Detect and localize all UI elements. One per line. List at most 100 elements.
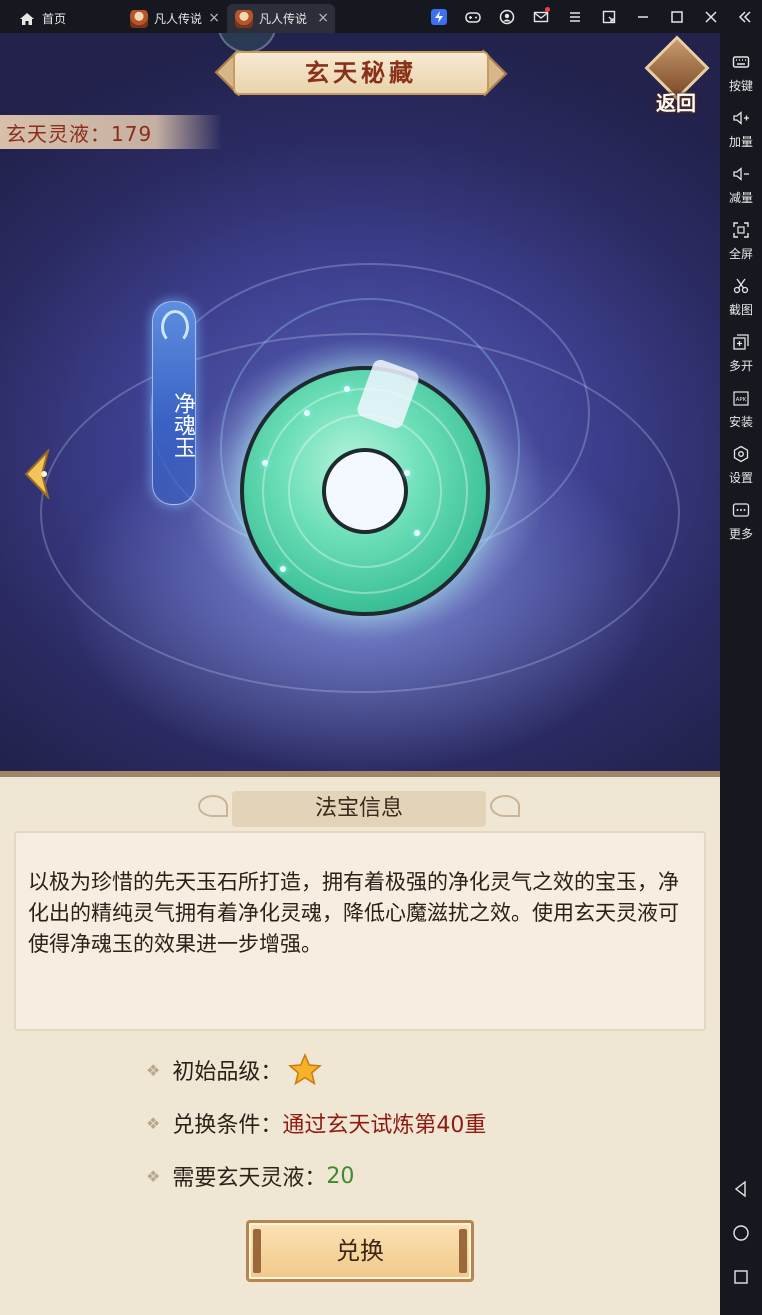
back-button[interactable]: 返回 xyxy=(642,35,710,115)
condition-value: 通过玄天试炼第40重 xyxy=(282,1113,487,1138)
maximize-icon xyxy=(671,10,683,23)
treasure-scene: 玄天秘藏 返回 玄天灵液：179 净魂玉 xyxy=(0,33,720,778)
tab-game-1[interactable]: 凡人传说 × xyxy=(122,4,226,33)
back-button-label: 返回 xyxy=(656,91,696,115)
close-icon[interactable]: × xyxy=(208,10,220,26)
more-icon xyxy=(732,503,750,517)
window-restore-icon xyxy=(602,10,616,23)
game-app-icon xyxy=(130,9,148,28)
exchange-button-label: 兑换 xyxy=(336,1237,384,1265)
close-icon xyxy=(705,10,717,23)
fullscreen-icon xyxy=(733,222,749,238)
sidebar-item-keymap[interactable]: 按键 xyxy=(720,39,762,95)
attribute-condition: ❖ 兑换条件： 通过玄天试炼第40重 xyxy=(146,1103,486,1143)
gamepad-icon xyxy=(465,11,481,23)
cloud-ornament-icon xyxy=(161,310,189,344)
sparkle xyxy=(414,530,420,536)
minimize-button[interactable] xyxy=(626,0,660,33)
notification-dot xyxy=(545,7,550,12)
tab-game-2-active[interactable]: 凡人传说 × xyxy=(227,4,335,33)
description-box: 以极为珍惜的先天玉石所打造，拥有着极强的净化灵气之效的宝玉，净化出的精纯灵气拥有… xyxy=(14,831,706,1031)
tab-game-1-label: 凡人传说 xyxy=(154,12,203,26)
page-title-banner: 玄天秘藏 xyxy=(214,47,508,99)
item-name-plaque: 净魂玉 xyxy=(152,301,196,505)
square-recents-icon xyxy=(734,1270,748,1284)
tab-home-label: 首页 xyxy=(42,12,67,26)
info-title-text: 法宝信息 xyxy=(314,796,403,821)
close-icon[interactable]: × xyxy=(317,10,329,26)
sparkle xyxy=(344,386,350,392)
menu-icon xyxy=(570,11,580,22)
close-window-button[interactable] xyxy=(694,0,728,33)
sidebar-item-label: 截图 xyxy=(728,303,753,317)
sidebar-item-more[interactable]: 更多 xyxy=(720,487,762,543)
star-icon xyxy=(288,1053,323,1086)
cloud-ornament-icon xyxy=(198,795,228,817)
apk-install-icon: APK xyxy=(733,391,749,406)
exchange-button[interactable]: 兑换 xyxy=(246,1220,474,1282)
sidebar-item-install-apk[interactable]: APK 安装 xyxy=(720,375,762,431)
diamond-bullet-icon: ❖ xyxy=(146,1166,161,1186)
maximize-button[interactable] xyxy=(660,0,694,33)
double-chevron-left-icon xyxy=(738,10,751,23)
collapse-sidebar-button[interactable] xyxy=(728,0,762,33)
account-button[interactable] xyxy=(490,0,524,33)
svg-text:APK: APK xyxy=(736,397,747,403)
sidebar-item-label: 更多 xyxy=(728,527,753,541)
menu-button[interactable] xyxy=(558,0,592,33)
treasure-info-panel: 法宝信息 以极为珍惜的先天玉石所打造，拥有着极强的净化灵气之效的宝玉，净化出的精… xyxy=(0,771,720,1315)
sidebar-item-multi-instance[interactable]: 多开 xyxy=(720,319,762,375)
sidebar-item-label: 按键 xyxy=(728,79,753,93)
attribute-cost: ❖ 需要玄天灵液： 20 xyxy=(146,1156,354,1196)
sparkle xyxy=(262,460,268,466)
android-home-button[interactable] xyxy=(720,1213,762,1253)
emulator-title-bar: 首页 凡人传说 × 凡人传说 × xyxy=(0,0,762,33)
keyboard-icon xyxy=(732,56,750,68)
sidebar-item-screenshot[interactable]: 截图 xyxy=(720,263,762,319)
volume-down-icon xyxy=(733,167,749,181)
mail-button[interactable] xyxy=(524,0,558,33)
grade-label: 初始品级： xyxy=(172,1060,283,1085)
sidebar-item-label: 设置 xyxy=(728,471,753,485)
sidebar-item-label: 加量 xyxy=(728,135,753,149)
restore-window-button[interactable] xyxy=(592,0,626,33)
boost-button[interactable] xyxy=(422,0,456,33)
triangle-back-icon xyxy=(734,1180,746,1198)
gear-icon xyxy=(733,445,749,463)
cost-label: 需要玄天灵液： xyxy=(172,1166,327,1191)
sidebar-item-label: 全屏 xyxy=(728,247,753,261)
cloud-ornament-icon xyxy=(490,795,520,817)
currency-text: 玄天灵液：179 xyxy=(6,122,153,146)
sidebar-item-volume-down[interactable]: 减量 xyxy=(720,151,762,207)
page-title: 玄天秘藏 xyxy=(305,59,417,87)
item-description: 以极为珍惜的先天玉石所打造，拥有着极强的净化灵气之效的宝玉，净化出的精纯灵气拥有… xyxy=(28,870,679,956)
jade-artifact[interactable] xyxy=(240,357,490,616)
scissors-icon xyxy=(733,278,749,294)
sparkle xyxy=(404,470,410,476)
info-section-title: 法宝信息 xyxy=(232,791,486,827)
cost-value: 20 xyxy=(326,1163,355,1189)
jade-center-hole xyxy=(322,448,408,534)
sidebar-item-settings[interactable]: 设置 xyxy=(720,431,762,487)
home-icon xyxy=(20,12,34,25)
game-viewport: 玄天秘藏 返回 玄天灵液：179 净魂玉 法宝信息 以极为珍惜的先天玉石所打造，… xyxy=(0,33,720,1315)
volume-up-icon xyxy=(733,111,749,125)
multi-instance-icon xyxy=(733,334,749,350)
sidebar-item-label: 安装 xyxy=(728,415,753,429)
minimize-icon xyxy=(638,15,648,18)
game-app-icon xyxy=(235,9,253,28)
sidebar-item-label: 多开 xyxy=(728,359,753,373)
emulator-sidebar: 按键 加量 减量 全屏 截图 多开 APK 安装 设置 更多 xyxy=(720,33,762,1315)
diamond-bullet-icon: ❖ xyxy=(146,1113,161,1133)
android-recents-button[interactable] xyxy=(720,1257,762,1297)
sidebar-item-fullscreen[interactable]: 全屏 xyxy=(720,207,762,263)
condition-label: 兑换条件： xyxy=(172,1113,283,1138)
item-name: 净魂玉 xyxy=(170,392,195,458)
tab-home[interactable]: 首页 xyxy=(10,4,120,33)
sparkle xyxy=(280,566,286,572)
lightning-icon xyxy=(431,8,447,25)
previous-item-arrow[interactable] xyxy=(22,449,54,499)
gamepad-button[interactable] xyxy=(456,0,490,33)
sidebar-item-volume-up[interactable]: 加量 xyxy=(720,95,762,151)
android-back-button[interactable] xyxy=(720,1169,762,1209)
